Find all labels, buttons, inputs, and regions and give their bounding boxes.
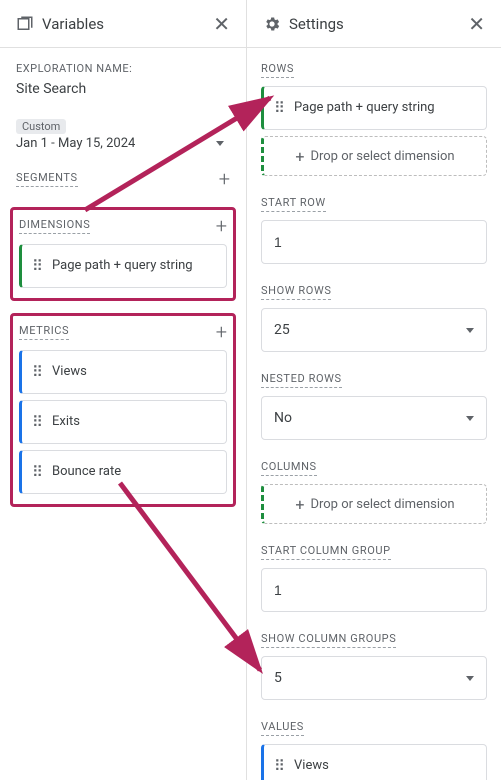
start-column-section: START COLUMN GROUP [261,544,487,612]
rows-section: ROWS Page path + query string + Drop or … [261,62,487,176]
exploration-name-input[interactable]: Site Search [16,81,230,97]
date-range-text: Jan 1 - May 15, 2024 [16,136,135,151]
metric-chip[interactable]: Exits [19,400,227,444]
dimensions-section: DIMENSIONS + [19,216,227,236]
close-variables-button[interactable]: ✕ [211,12,232,36]
chevron-down-icon [216,141,224,146]
chevron-down-icon [466,676,474,681]
values-label: VALUES [261,720,304,736]
segments-label: SEGMENTS [16,171,78,187]
start-row-section: START ROW [261,196,487,264]
metric-chip[interactable]: Views [19,350,227,394]
settings-title: Settings [289,15,458,33]
row-chip-label: Page path + query string [294,100,435,116]
exploration-name-label: EXPLORATION NAME: [16,62,230,75]
settings-body: ROWS Page path + query string + Drop or … [247,48,501,780]
show-column-groups-label: SHOW COLUMN GROUPS [261,632,396,648]
start-column-input[interactable] [261,568,487,612]
metric-chip-label: Bounce rate [52,464,121,480]
close-settings-button[interactable]: ✕ [466,12,487,36]
chevron-down-icon [466,328,474,333]
dropzone-text: Drop or select dimension [310,497,454,512]
plus-icon: + [295,495,304,514]
drag-handle-icon [32,419,42,426]
plus-icon: + [295,147,304,166]
columns-section: COLUMNS + Drop or select dimension [261,460,487,524]
dimension-chip[interactable]: Page path + query string [19,244,227,288]
drag-handle-icon [274,763,284,770]
columns-label: COLUMNS [261,460,317,476]
metrics-section: METRICS + [19,322,227,342]
nested-rows-section: NESTED ROWS No [261,372,487,440]
metrics-highlight: METRICS + Views Exits Bounce rate [10,313,236,507]
show-rows-section: SHOW ROWS 25 [261,284,487,352]
drag-handle-icon [32,369,42,376]
variables-icon [16,15,34,33]
show-rows-value: 25 [274,322,290,338]
rows-label: ROWS [261,62,294,78]
value-chip[interactable]: Views [261,744,487,780]
dimensions-label: DIMENSIONS [19,218,90,234]
add-dimension-button[interactable]: + [216,216,227,236]
variables-title: Variables [42,15,203,33]
nested-rows-value: No [274,410,292,426]
date-range-type: Custom [16,119,66,134]
chevron-down-icon [466,416,474,421]
rows-dropzone[interactable]: + Drop or select dimension [261,136,487,176]
gear-icon [263,15,281,33]
show-rows-label: SHOW ROWS [261,284,331,300]
row-chip[interactable]: Page path + query string [261,86,487,130]
show-column-groups-section: SHOW COLUMN GROUPS 5 [261,632,487,700]
columns-dropzone[interactable]: + Drop or select dimension [261,484,487,524]
metrics-label: METRICS [19,324,69,340]
settings-header: Settings ✕ [247,0,501,48]
show-rows-select[interactable]: 25 [261,308,487,352]
variables-body: EXPLORATION NAME: Site Search Custom Jan… [0,48,246,780]
start-row-input[interactable] [261,220,487,264]
add-metric-button[interactable]: + [216,322,227,342]
dimension-chip-label: Page path + query string [52,258,193,274]
show-column-groups-select[interactable]: 5 [261,656,487,700]
dropzone-text: Drop or select dimension [310,149,454,164]
drag-handle-icon [274,105,284,112]
value-chip-label: Views [294,758,329,774]
settings-panel: Settings ✕ ROWS Page path + query string… [247,0,501,780]
show-column-groups-value: 5 [274,670,282,686]
metric-chip[interactable]: Bounce rate [19,450,227,494]
metric-chip-label: Views [52,364,87,380]
nested-rows-label: NESTED ROWS [261,372,342,388]
date-range-picker[interactable]: Custom Jan 1 - May 15, 2024 [16,119,230,151]
start-row-label: START ROW [261,196,326,212]
drag-handle-icon [32,263,42,270]
drag-handle-icon [32,469,42,476]
add-segment-button[interactable]: + [219,169,230,189]
dimensions-highlight: DIMENSIONS + Page path + query string [10,207,236,301]
values-section: VALUES Views Exits Bounce rate [261,720,487,780]
segments-section: SEGMENTS + [16,169,230,189]
nested-rows-select[interactable]: No [261,396,487,440]
variables-header: Variables ✕ [0,0,246,48]
metric-chip-label: Exits [52,414,80,430]
start-column-label: START COLUMN GROUP [261,544,391,560]
variables-panel: Variables ✕ EXPLORATION NAME: Site Searc… [0,0,247,780]
